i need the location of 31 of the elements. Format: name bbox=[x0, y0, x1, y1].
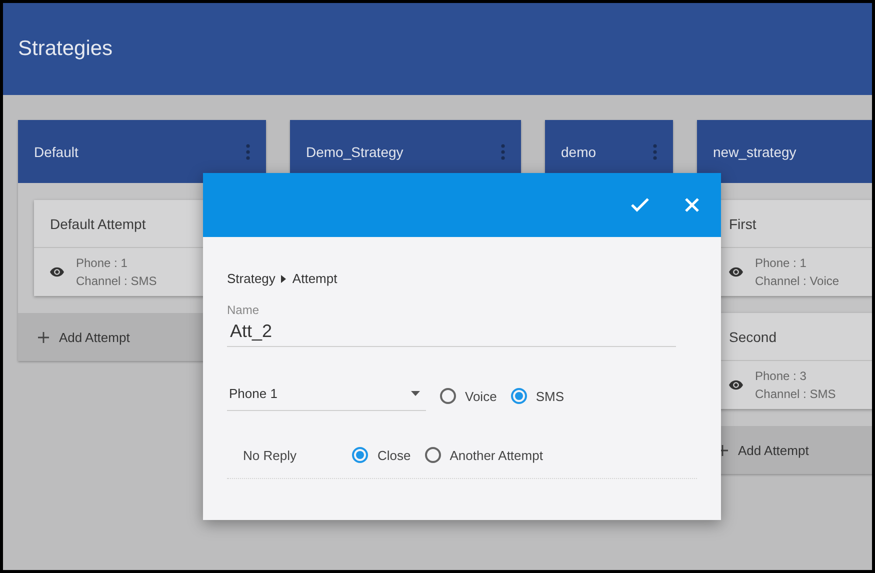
radio-icon[interactable] bbox=[352, 447, 368, 463]
chevron-icon bbox=[281, 274, 286, 282]
phone-detail: Phone : 1 bbox=[76, 255, 128, 272]
no-reply-label: No Reply bbox=[243, 448, 296, 462]
add-attempt-label: Add Attempt bbox=[59, 330, 130, 344]
dropdown-caret-icon bbox=[411, 391, 420, 396]
eye-icon[interactable] bbox=[729, 267, 743, 277]
radio-icon[interactable] bbox=[424, 447, 441, 463]
radio-option[interactable]: Close bbox=[352, 447, 411, 463]
breadcrumb-item[interactable]: Attempt bbox=[292, 271, 338, 286]
eye-icon[interactable] bbox=[729, 380, 743, 390]
page-title: Strategies bbox=[18, 37, 113, 61]
name-field[interactable]: Name Att_2 bbox=[227, 303, 676, 347]
radio-option[interactable]: Another Attempt bbox=[424, 447, 543, 463]
phone-select[interactable]: Phone 1 bbox=[227, 381, 426, 411]
add-attempt-label: Add Attempt bbox=[738, 442, 809, 458]
channel-detail: Channel : SMS bbox=[76, 273, 157, 290]
phone-detail: Phone : 3 bbox=[755, 368, 808, 385]
column-title: Demo_Strategy bbox=[306, 144, 404, 160]
channel-detail: Channel : Voice bbox=[755, 273, 840, 290]
radio-option[interactable]: Voice bbox=[440, 388, 497, 404]
channel-detail: Channel : SMS bbox=[755, 386, 836, 403]
eye-icon[interactable] bbox=[50, 267, 64, 277]
radio-icon[interactable] bbox=[440, 388, 456, 404]
radio-icon[interactable] bbox=[510, 388, 527, 404]
phone-detail: Phone : 1 bbox=[755, 255, 808, 272]
column-title: Default bbox=[34, 144, 78, 160]
plus-icon bbox=[38, 332, 49, 342]
radio-option[interactable]: SMS bbox=[510, 388, 564, 404]
column-title: demo bbox=[561, 144, 596, 160]
column-title: new_strategy bbox=[713, 144, 796, 160]
